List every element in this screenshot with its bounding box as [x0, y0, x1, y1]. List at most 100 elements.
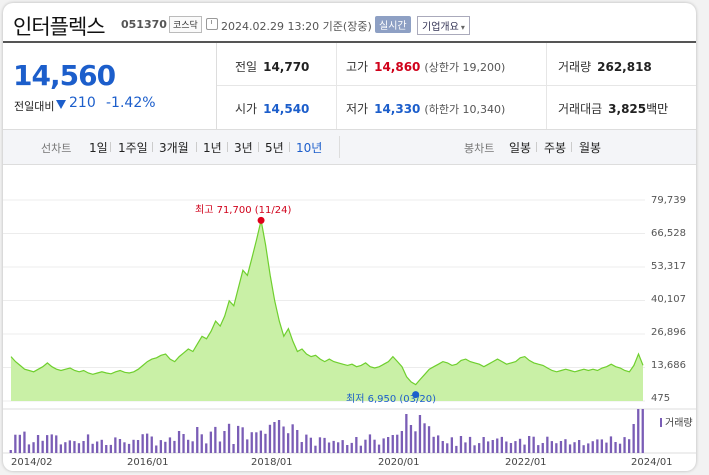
- realtime-badge[interactable]: 실시간: [375, 16, 411, 33]
- volume-bar: [268, 424, 272, 453]
- open-label: 시가: [235, 102, 258, 116]
- divider: [152, 142, 153, 152]
- volume-bar: [614, 442, 617, 453]
- divider: [227, 142, 228, 152]
- period-1w[interactable]: 1주일: [118, 139, 148, 156]
- volume-bar: [246, 439, 249, 453]
- volume-bar: [550, 441, 553, 453]
- volume-bar: [446, 443, 449, 454]
- volume-bar: [259, 430, 262, 453]
- candle-daily[interactable]: 일봉: [509, 139, 531, 156]
- period-3m[interactable]: 3개월: [159, 139, 189, 156]
- volume-bar: [68, 440, 71, 453]
- volume-bar: [578, 440, 581, 453]
- price-area: [11, 220, 643, 401]
- volume-bar: [59, 444, 62, 453]
- divider: [571, 142, 572, 152]
- volume-bar: [382, 438, 385, 453]
- high-marker: [257, 216, 265, 224]
- low-label: 저가: [346, 102, 369, 116]
- amount-value: 3,825: [608, 102, 647, 116]
- volume-bar: [455, 445, 458, 453]
- open-value: 14,540: [263, 102, 310, 116]
- volume-bar: [250, 432, 253, 453]
- volume-bar: [318, 437, 322, 453]
- volume-bar: [327, 442, 331, 453]
- period-10y[interactable]: 10년: [296, 139, 322, 156]
- line-chart-label: 선차트: [41, 142, 72, 155]
- y-tick-label: 66,528: [651, 228, 686, 239]
- volume-bar: [459, 436, 463, 453]
- volume-bar: [573, 442, 576, 453]
- change-value: 210: [69, 95, 96, 111]
- company-overview-button[interactable]: 기업개요 ▾: [417, 16, 470, 35]
- divider: [217, 85, 696, 86]
- stock-code: 051370: [121, 18, 167, 31]
- volume-bar: [391, 435, 394, 453]
- high-annotation: 최고 71,700 (11/24): [195, 205, 292, 216]
- volume-bar: [218, 441, 222, 453]
- low-cell: 저가 14,330 (하한가 10,340): [346, 100, 505, 117]
- volume-bar: [36, 435, 40, 453]
- volume-bar: [91, 443, 94, 453]
- volume-bar: [96, 441, 99, 453]
- volume-bar: [568, 444, 572, 453]
- upper-limit: (상한가 19,200): [424, 61, 506, 74]
- volume-bar: [350, 442, 353, 453]
- volume-bar: [618, 443, 622, 453]
- volume-bar: [23, 431, 26, 453]
- volume-bar: [255, 432, 258, 453]
- high-cell: 고가 14,860 (상한가 19,200): [346, 58, 505, 75]
- period-1d[interactable]: 1일: [89, 139, 108, 156]
- down-triangle-icon: [56, 100, 66, 109]
- volume-bar: [441, 441, 444, 453]
- price-chart[interactable]: [3, 163, 696, 471]
- period-3y[interactable]: 3년: [234, 139, 253, 156]
- volume-bar: [168, 437, 172, 453]
- volume-bar: [496, 438, 499, 453]
- volume-bar: [546, 436, 549, 453]
- volume-bar: [282, 426, 285, 453]
- quote-datetime: 2024.02.29 13:20 기준(장중): [221, 20, 372, 33]
- market-badge: 코스닥: [169, 16, 202, 33]
- volume-bar: [227, 423, 231, 453]
- volume-bar: [418, 415, 422, 453]
- period-5y[interactable]: 5년: [265, 139, 284, 156]
- y-tick-label: 40,107: [651, 294, 686, 305]
- divider: [216, 43, 217, 129]
- y-tick-label: 13,686: [651, 360, 686, 371]
- volume-bar: [132, 439, 135, 453]
- volume-bar: [223, 431, 226, 453]
- volume-bar: [296, 430, 299, 453]
- volume-bar: [118, 439, 122, 453]
- volume-bar: [14, 434, 17, 453]
- volume-bar: [182, 434, 185, 453]
- volume-bar: [491, 440, 494, 453]
- candle-monthly[interactable]: 월봉: [579, 139, 601, 156]
- volume-bar: [323, 437, 326, 453]
- volume-bar: [196, 427, 199, 453]
- volume-bar: [205, 443, 208, 453]
- y-tick-label: 79,739: [651, 195, 686, 206]
- period-1y[interactable]: 1년: [203, 139, 222, 156]
- volume-bar: [46, 435, 49, 453]
- volume-bar: [305, 434, 308, 453]
- volume-bar: [355, 437, 358, 453]
- volume-bar: [432, 436, 435, 453]
- volume-bar: [164, 441, 167, 453]
- volume-bar: [73, 441, 76, 453]
- volume-bar: [632, 424, 635, 453]
- volume-bar: [341, 440, 344, 453]
- candle-weekly[interactable]: 주봉: [544, 139, 566, 156]
- volume-bar: [50, 434, 53, 453]
- volume-legend: 거래량: [660, 414, 693, 429]
- volume-bar: [191, 441, 194, 453]
- volume-bar: [77, 443, 81, 453]
- high-label: 고가: [346, 60, 369, 74]
- clock-icon: [206, 18, 218, 30]
- volume-value: 262,818: [597, 60, 652, 74]
- x-tick-label: 2018/01: [251, 457, 293, 468]
- x-tick-label: 2024/01: [631, 457, 673, 468]
- volume-bar: [387, 437, 390, 453]
- volume-bar: [237, 425, 240, 453]
